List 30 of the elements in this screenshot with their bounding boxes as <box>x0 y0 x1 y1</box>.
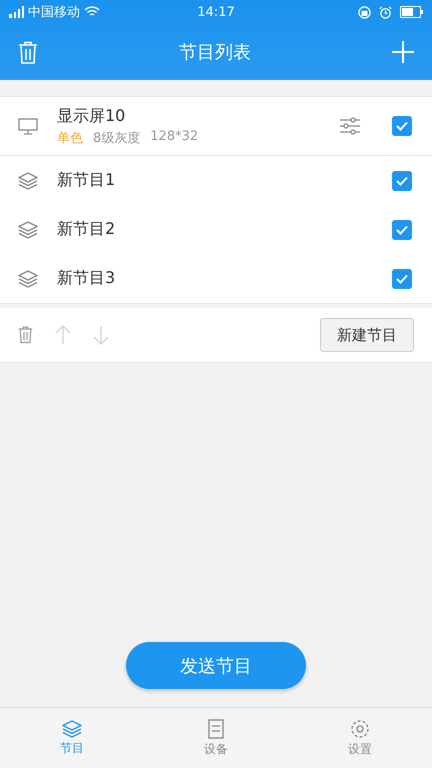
checkbox[interactable] <box>392 170 412 190</box>
display-name: 显示屏10 <box>57 106 126 126</box>
delete-icon[interactable] <box>18 326 33 344</box>
layers-icon <box>62 720 82 738</box>
signal-icon <box>8 6 24 18</box>
settings-icon[interactable] <box>340 117 360 135</box>
wifi-icon <box>84 6 100 18</box>
add-icon[interactable] <box>392 41 414 63</box>
program-name[interactable]: 新节目3 <box>57 268 392 289</box>
checkbox[interactable] <box>392 220 412 240</box>
battery-icon <box>400 6 424 18</box>
settings-icon <box>350 718 370 738</box>
new-program-button[interactable]: 新建节目 <box>320 318 414 352</box>
monitor-icon <box>18 118 38 134</box>
alarm-icon <box>379 6 392 18</box>
status-time: 14:17 <box>197 4 235 20</box>
page-title: 节目列表 <box>179 41 251 64</box>
carrier-name: 中国移动 <box>28 4 80 21</box>
resolution-label: 128*32 <box>150 128 198 146</box>
program-name[interactable]: 新节目2 <box>57 219 392 240</box>
depth-level-label: 8级灰度 <box>93 130 140 146</box>
checkbox[interactable] <box>392 116 412 136</box>
layers-icon <box>18 172 38 190</box>
checkbox[interactable] <box>392 268 412 288</box>
device-icon <box>208 718 224 738</box>
checkmark-icon <box>395 119 409 133</box>
color-mode-label: 单色 <box>57 130 83 146</box>
program-name[interactable]: 新节目1 <box>57 170 392 191</box>
layers-icon <box>18 270 38 288</box>
layers-icon <box>18 220 38 238</box>
